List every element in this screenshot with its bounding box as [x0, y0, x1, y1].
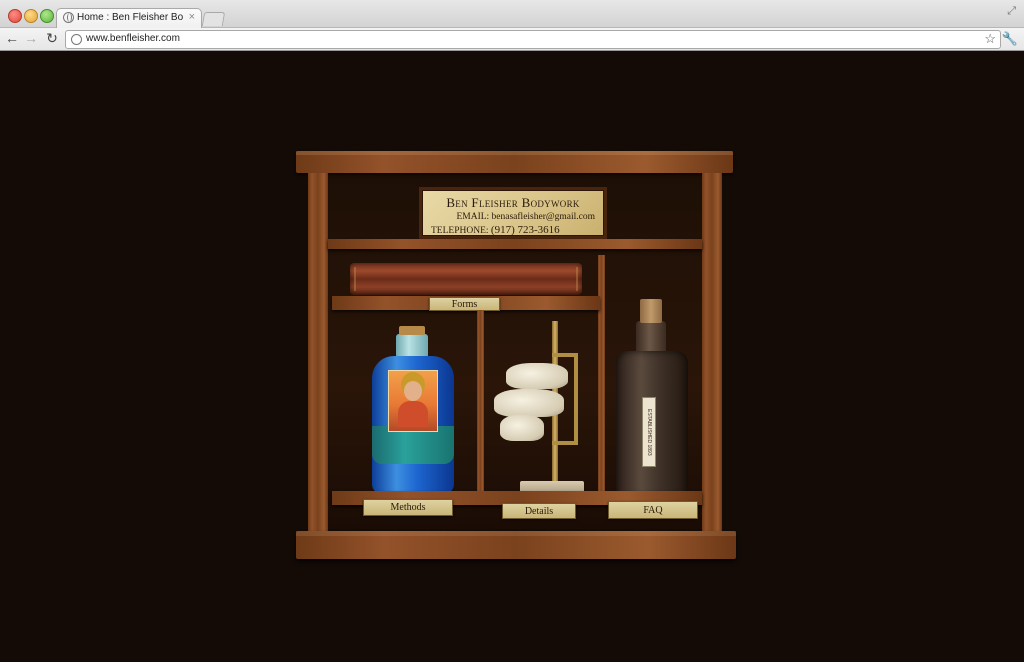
tab-close-icon[interactable]: ×	[189, 11, 195, 23]
cabinet-side-left	[308, 173, 328, 533]
bookmark-star-icon[interactable]: ☆	[984, 31, 996, 47]
curio-cabinet: Ben Fleisher Bodywork EMAIL: benasafleis…	[296, 151, 736, 561]
plaque-phone: TELEPHONE: (917) 723-3616	[431, 224, 560, 236]
faq-link[interactable]: FAQ	[608, 501, 698, 519]
spine-model-details[interactable]	[488, 321, 592, 499]
tab-home[interactable]: Home : Ben Fleisher Bodywork ×	[56, 8, 202, 28]
tab-title: Home : Ben Fleisher Bodywork	[77, 12, 183, 23]
globe-icon	[63, 12, 74, 23]
minimize-window-button[interactable]	[24, 9, 38, 23]
zoom-window-button[interactable]	[40, 9, 54, 23]
new-tab-button[interactable]	[201, 12, 226, 26]
name-plaque: Ben Fleisher Bodywork EMAIL: benasafleis…	[419, 187, 607, 239]
shelf-top	[328, 239, 702, 249]
wrench-icon[interactable]: 🔧	[1002, 31, 1018, 47]
fullscreen-icon[interactable]: ⤢	[1007, 5, 1016, 18]
email-label: EMAIL:	[456, 212, 490, 222]
shelf-divider	[598, 255, 605, 503]
details-link[interactable]: Details	[502, 503, 576, 519]
page-content: Ben Fleisher Bodywork EMAIL: benasafleis…	[0, 51, 1024, 662]
blue-bottle-methods[interactable]	[372, 326, 454, 494]
browser-window: Home : Ben Fleisher Bodywork × ⤢ ← → ↻ w…	[0, 0, 1024, 662]
tab-strip: Home : Ben Fleisher Bodywork × ⤢	[0, 0, 1024, 28]
cabinet-side-right	[702, 173, 722, 533]
forms-link[interactable]: Forms	[429, 297, 500, 311]
phone-number: (917) 723-3616	[490, 224, 560, 236]
cabinet-base	[296, 531, 736, 559]
shelf-divider	[477, 310, 484, 495]
address-bar[interactable]: www.benfleisher.com ☆	[65, 30, 1001, 49]
book-forms[interactable]	[350, 263, 582, 295]
globe-icon	[71, 34, 82, 45]
methods-link[interactable]: Methods	[363, 499, 453, 516]
plaque-title: Ben Fleisher Bodywork	[446, 195, 580, 210]
close-window-button[interactable]	[8, 9, 22, 23]
forward-button[interactable]: →	[23, 30, 39, 46]
dark-bottle-faq[interactable]: ESTABLISHED 1893	[616, 299, 688, 499]
back-button[interactable]: ←	[4, 30, 20, 46]
phone-label: TELEPHONE:	[431, 226, 489, 236]
cabinet-top	[296, 151, 733, 173]
browser-toolbar: ← → ↻ www.benfleisher.com ☆ 🔧	[0, 28, 1024, 51]
bottle-label: ESTABLISHED 1893	[642, 397, 656, 467]
reload-button[interactable]: ↻	[44, 30, 60, 46]
url-text[interactable]: www.benfleisher.com	[86, 33, 180, 44]
plaque-email: EMAIL: benasafleisher@gmail.com	[456, 212, 595, 222]
deity-picture	[388, 370, 438, 432]
email-link[interactable]: benasafleisher@gmail.com	[492, 212, 595, 222]
